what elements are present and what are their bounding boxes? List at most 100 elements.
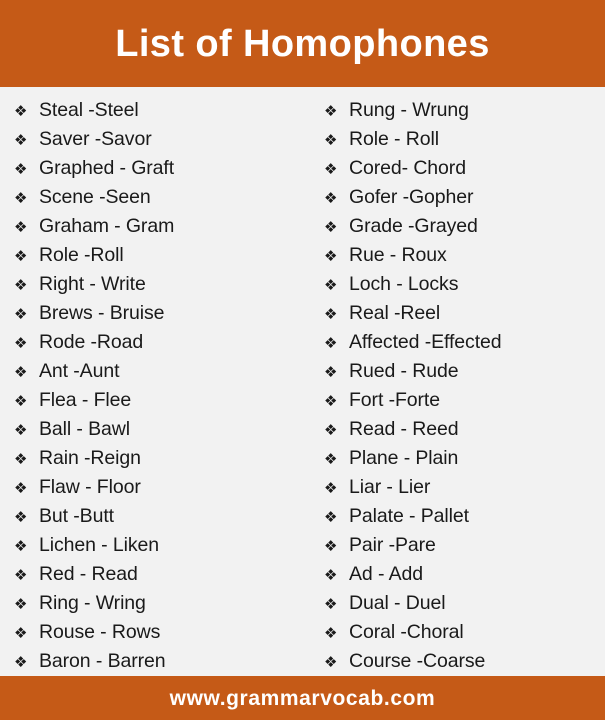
four-diamond-bullet-icon: ❖ (14, 102, 28, 120)
homophone-pair-text: Baron - Barren (39, 650, 166, 672)
four-diamond-bullet-icon: ❖ (14, 247, 28, 265)
homophone-pair-text: Grade -Grayed (349, 215, 478, 237)
homophone-list-item: ❖ Dual - Duel (324, 589, 605, 618)
homophone-list-item: ❖ Flea - Flee (14, 386, 305, 415)
homophone-pair-text: Role -Roll (39, 244, 124, 266)
homophone-list-item: ❖ Ring - Wring (14, 589, 305, 618)
homophone-list-left: ❖ Steal -Steel ❖ Saver -Savor ❖ Graphed - Gra… (14, 96, 305, 676)
homophone-list-item: ❖ Red - Read (14, 560, 305, 589)
four-diamond-bullet-icon: ❖ (324, 247, 338, 265)
homophone-pair-text: Coral -Choral (349, 621, 464, 643)
homophone-pair-text: Read - Reed (349, 418, 459, 440)
four-diamond-bullet-icon: ❖ (324, 160, 338, 178)
header-bar: List of Homophones (0, 0, 605, 87)
homophone-pair-text: Gofer -Gopher (349, 186, 474, 208)
homophone-list-item: ❖ Ad - Add (324, 560, 605, 589)
homophone-list-item: ❖ Flaw - Floor (14, 473, 305, 502)
homophone-list-item: ❖ Rue - Roux (324, 241, 605, 270)
four-diamond-bullet-icon: ❖ (324, 334, 338, 352)
homophone-pair-text: Flaw - Floor (39, 476, 141, 498)
homophone-pair-text: Ant -Aunt (39, 360, 120, 382)
homophone-pair-text: Course -Coarse (349, 650, 486, 672)
homophone-list-item: ❖ Lichen - Liken (14, 531, 305, 560)
homophone-list-item: ❖ Read - Reed (324, 415, 605, 444)
homophone-pair-text: Right - Write (39, 273, 146, 295)
homophone-list-item: ❖ Baron - Barren (14, 647, 305, 676)
homophone-list-item: ❖ Cored- Chord (324, 154, 605, 183)
homophone-pair-text: Ring - Wring (39, 592, 146, 614)
four-diamond-bullet-icon: ❖ (14, 189, 28, 207)
homophone-list-item: ❖ Ant -Aunt (14, 357, 305, 386)
four-diamond-bullet-icon: ❖ (324, 479, 338, 497)
four-diamond-bullet-icon: ❖ (324, 450, 338, 468)
four-diamond-bullet-icon: ❖ (14, 624, 28, 642)
homophone-pair-text: Palate - Pallet (349, 505, 469, 527)
homophone-list-item: ❖ Rung - Wrung (324, 96, 605, 125)
homophone-list-item: ❖ Ball - Bawl (14, 415, 305, 444)
homophone-list-item: ❖ Fort -Forte (324, 386, 605, 415)
homophone-pair-text: Rue - Roux (349, 244, 447, 266)
four-diamond-bullet-icon: ❖ (14, 566, 28, 584)
homophone-pair-text: Ball - Bawl (39, 418, 131, 440)
homophone-pair-text: Rouse - Rows (39, 621, 161, 643)
footer-bar: www.grammarvocab.com (0, 676, 605, 720)
four-diamond-bullet-icon: ❖ (14, 421, 28, 439)
homophone-pair-text: Brews - Bruise (39, 302, 165, 324)
homophone-pair-text: Pair -Pare (349, 534, 436, 556)
four-diamond-bullet-icon: ❖ (324, 624, 338, 642)
homophone-list-item: ❖ Steal -Steel (14, 96, 305, 125)
four-diamond-bullet-icon: ❖ (324, 537, 338, 555)
four-diamond-bullet-icon: ❖ (14, 392, 28, 410)
homophone-pair-text: Lichen - Liken (39, 534, 160, 556)
homophone-pair-text: Cored- Chord (349, 157, 466, 179)
four-diamond-bullet-icon: ❖ (324, 305, 338, 323)
homophone-list-item: ❖ Role - Roll (324, 125, 605, 154)
four-diamond-bullet-icon: ❖ (14, 160, 28, 178)
homophone-pair-text: But -Butt (39, 505, 114, 527)
four-diamond-bullet-icon: ❖ (14, 363, 28, 381)
four-diamond-bullet-icon: ❖ (324, 392, 338, 410)
homophone-pair-text: Red - Read (39, 563, 138, 585)
four-diamond-bullet-icon: ❖ (14, 450, 28, 468)
four-diamond-bullet-icon: ❖ (324, 276, 338, 294)
homophone-pair-text: Plane - Plain (349, 447, 459, 469)
four-diamond-bullet-icon: ❖ (14, 508, 28, 526)
homophone-pair-text: Steal -Steel (39, 99, 139, 121)
homophone-list-item: ❖ Affected -Effected (324, 328, 605, 357)
homophone-pair-text: Ad - Add (349, 563, 424, 585)
left-column: ❖ Steal -Steel ❖ Saver -Savor ❖ Graphed - Gra… (0, 96, 305, 676)
homophone-pair-text: Role - Roll (349, 128, 439, 150)
homophone-list-right: ❖ Rung - Wrung ❖ Role - Roll ❖ Cored- Chord ❖ G… (324, 96, 605, 676)
four-diamond-bullet-icon: ❖ (324, 363, 338, 381)
homophone-pair-text: Flea - Flee (39, 389, 132, 411)
homophone-list-item: ❖ Scene -Seen (14, 183, 305, 212)
homophone-list-item: ❖ Rain -Reign (14, 444, 305, 473)
four-diamond-bullet-icon: ❖ (324, 421, 338, 439)
four-diamond-bullet-icon: ❖ (324, 131, 338, 149)
four-diamond-bullet-icon: ❖ (14, 131, 28, 149)
homophone-pair-text: Liar - Lier (349, 476, 431, 498)
homophone-list-item: ❖ Loch - Locks (324, 270, 605, 299)
four-diamond-bullet-icon: ❖ (324, 189, 338, 207)
four-diamond-bullet-icon: ❖ (14, 595, 28, 613)
website-url: www.grammarvocab.com (169, 686, 436, 710)
homophone-pair-text: Fort -Forte (349, 389, 440, 411)
four-diamond-bullet-icon: ❖ (14, 653, 28, 671)
homophone-list-item: ❖ Saver -Savor (14, 125, 305, 154)
four-diamond-bullet-icon: ❖ (14, 537, 28, 555)
homophone-list-item: ❖ Rode -Road (14, 328, 305, 357)
homophone-pair-text: Loch - Locks (349, 273, 459, 295)
homophone-list-item: ❖ Right - Write (14, 270, 305, 299)
homophone-list-item: ❖ Liar - Lier (324, 473, 605, 502)
homophone-list-item: ❖ Rued - Rude (324, 357, 605, 386)
four-diamond-bullet-icon: ❖ (324, 508, 338, 526)
homophone-list-item: ❖ But -Butt (14, 502, 305, 531)
four-diamond-bullet-icon: ❖ (14, 479, 28, 497)
homophones-poster: List of Homophones ❖ Steal -Steel ❖ Saver -… (0, 0, 605, 720)
homophone-pair-text: Affected -Effected (349, 331, 502, 353)
four-diamond-bullet-icon: ❖ (324, 595, 338, 613)
page-title: List of Homophones (115, 22, 490, 65)
homophone-list-item: ❖ Pair -Pare (324, 531, 605, 560)
homophone-pair-text: Graham - Gram (39, 215, 175, 237)
homophone-pair-text: Scene -Seen (39, 186, 151, 208)
